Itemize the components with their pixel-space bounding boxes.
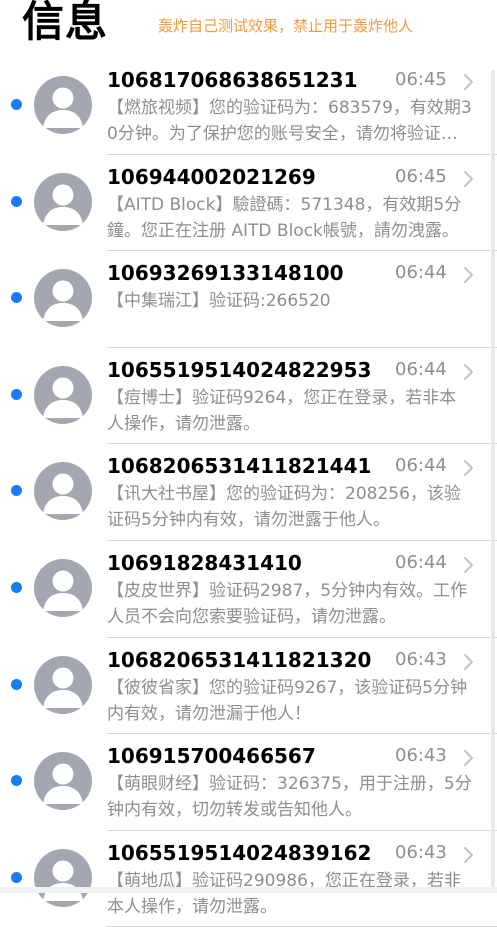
chevron-right-icon (464, 460, 473, 477)
sender-number: 1068206531411821441 (107, 454, 372, 479)
sender-number: 1065519514024822953 (107, 357, 372, 382)
unread-dot-icon (11, 581, 22, 593)
message-preview: 【痘博士】验证码9264，您正在登录，若非本人操作，请勿泄露。 (107, 387, 457, 434)
message-preview: 【萌地瓜】验证码290986，您正在登录，若非本人操作，请勿泄露。 (107, 870, 461, 917)
unread-dot-icon (11, 195, 22, 207)
message-time: 06:45 (395, 69, 447, 90)
chevron-right-icon (464, 363, 473, 380)
message-time: 06:43 (395, 745, 447, 767)
unread-dot-icon (11, 871, 22, 883)
header: 信息 轰炸自己测试效果，禁止用于轰炸他人 (0, 0, 497, 58)
message-row[interactable]: 1065519514024822953 06:44 【痘博士】验证码9264，您… (0, 348, 497, 445)
person-avatar-icon (34, 848, 92, 907)
message-preview: 【萌眼财经】验证码：326375，用于注册，5分钟内有效，切勿转发或告知他人。 (107, 774, 472, 821)
person-avatar-icon (34, 655, 92, 714)
sender-number: 1068206531411821320 (107, 647, 372, 672)
sender-number: 10693269133148100 (107, 261, 344, 286)
message-time: 06:44 (395, 551, 447, 573)
chevron-right-icon (464, 556, 473, 573)
unread-dot-icon (11, 388, 22, 400)
chevron-right-icon (464, 267, 473, 284)
person-avatar-icon (34, 462, 92, 521)
message-preview: 【AITD Block】驗證碼：571348，有效期5分鐘。您正在注册 AITD… (107, 194, 462, 241)
chevron-right-icon (464, 846, 473, 863)
sender-number: 10691828431410 (107, 550, 302, 575)
message-row[interactable]: 10693269133148100 06:44 【中集瑞江】验证码:266520 (0, 251, 497, 348)
message-row[interactable]: 10691828431410 06:44 【皮皮世界】验证码2987，5分钟内有… (0, 541, 497, 638)
page-title: 信息 (22, 0, 109, 46)
message-time: 06:43 (395, 841, 447, 863)
chevron-right-icon (464, 653, 473, 670)
message-preview: 【燃旅视频】您的验证码为：683579，有效期30分钟。为了保护您的账号安全，请… (107, 98, 472, 144)
message-row[interactable]: 1065519514024839162 06:43 【萌地瓜】验证码290986… (0, 831, 497, 927)
person-avatar-icon (34, 365, 92, 424)
sender-number: 106915700466567 (107, 744, 316, 769)
unread-dot-icon (11, 485, 22, 497)
message-time: 06:44 (395, 262, 447, 284)
message-time: 06:44 (395, 358, 447, 380)
warning-notice: 轰炸自己测试效果，禁止用于轰炸他人 (158, 17, 414, 35)
person-avatar-icon (34, 558, 92, 617)
unread-dot-icon (11, 292, 22, 304)
chevron-right-icon (464, 750, 473, 767)
unread-dot-icon (11, 678, 22, 690)
person-avatar-icon (34, 269, 92, 328)
message-list: 106817068638651231 06:45 【燃旅视频】您的验证码为：68… (0, 58, 497, 927)
chevron-right-icon (464, 170, 473, 187)
person-avatar-icon (34, 172, 92, 231)
message-row[interactable]: 106944002021269 06:45 【AITD Block】驗證碼：57… (0, 155, 497, 252)
unread-dot-icon (11, 775, 22, 787)
message-preview: 【彼彼省家】您的验证码9267，该验证码5分钟内有效，请勿泄漏于他人！ (107, 677, 468, 724)
message-time: 06:45 (395, 165, 447, 187)
chevron-right-icon (464, 74, 473, 90)
message-row[interactable]: 106915700466567 06:43 【萌眼财经】验证码：326375，用… (0, 734, 497, 831)
sender-number: 1065519514024839162 (107, 840, 372, 865)
message-preview: 【中集瑞江】验证码:266520 (107, 291, 331, 312)
message-time: 06:44 (395, 455, 447, 477)
sender-number: 106944002021269 (107, 164, 316, 189)
scrollbar[interactable] (491, 70, 495, 890)
person-avatar-icon (34, 752, 92, 811)
message-preview: 【皮皮世界】验证码2987，5分钟内有效。工作人员不会向您索要验证码，请勿泄露。 (107, 580, 468, 627)
person-avatar-icon (34, 76, 92, 134)
bottom-edge (0, 887, 497, 893)
sender-number: 106817068638651231 (107, 68, 358, 92)
message-row[interactable]: 1068206531411821320 06:43 【彼彼省家】您的验证码926… (0, 638, 497, 735)
message-row[interactable]: 106817068638651231 06:45 【燃旅视频】您的验证码为：68… (0, 58, 497, 155)
message-row[interactable]: 1068206531411821441 06:44 【讯大社书屋】您的验证码为：… (0, 444, 497, 541)
message-preview: 【讯大社书屋】您的验证码为：208256，该验证码5分钟内有效，请勿泄露于他人。 (107, 484, 461, 531)
message-time: 06:43 (395, 648, 447, 670)
unread-dot-icon (11, 99, 22, 110)
